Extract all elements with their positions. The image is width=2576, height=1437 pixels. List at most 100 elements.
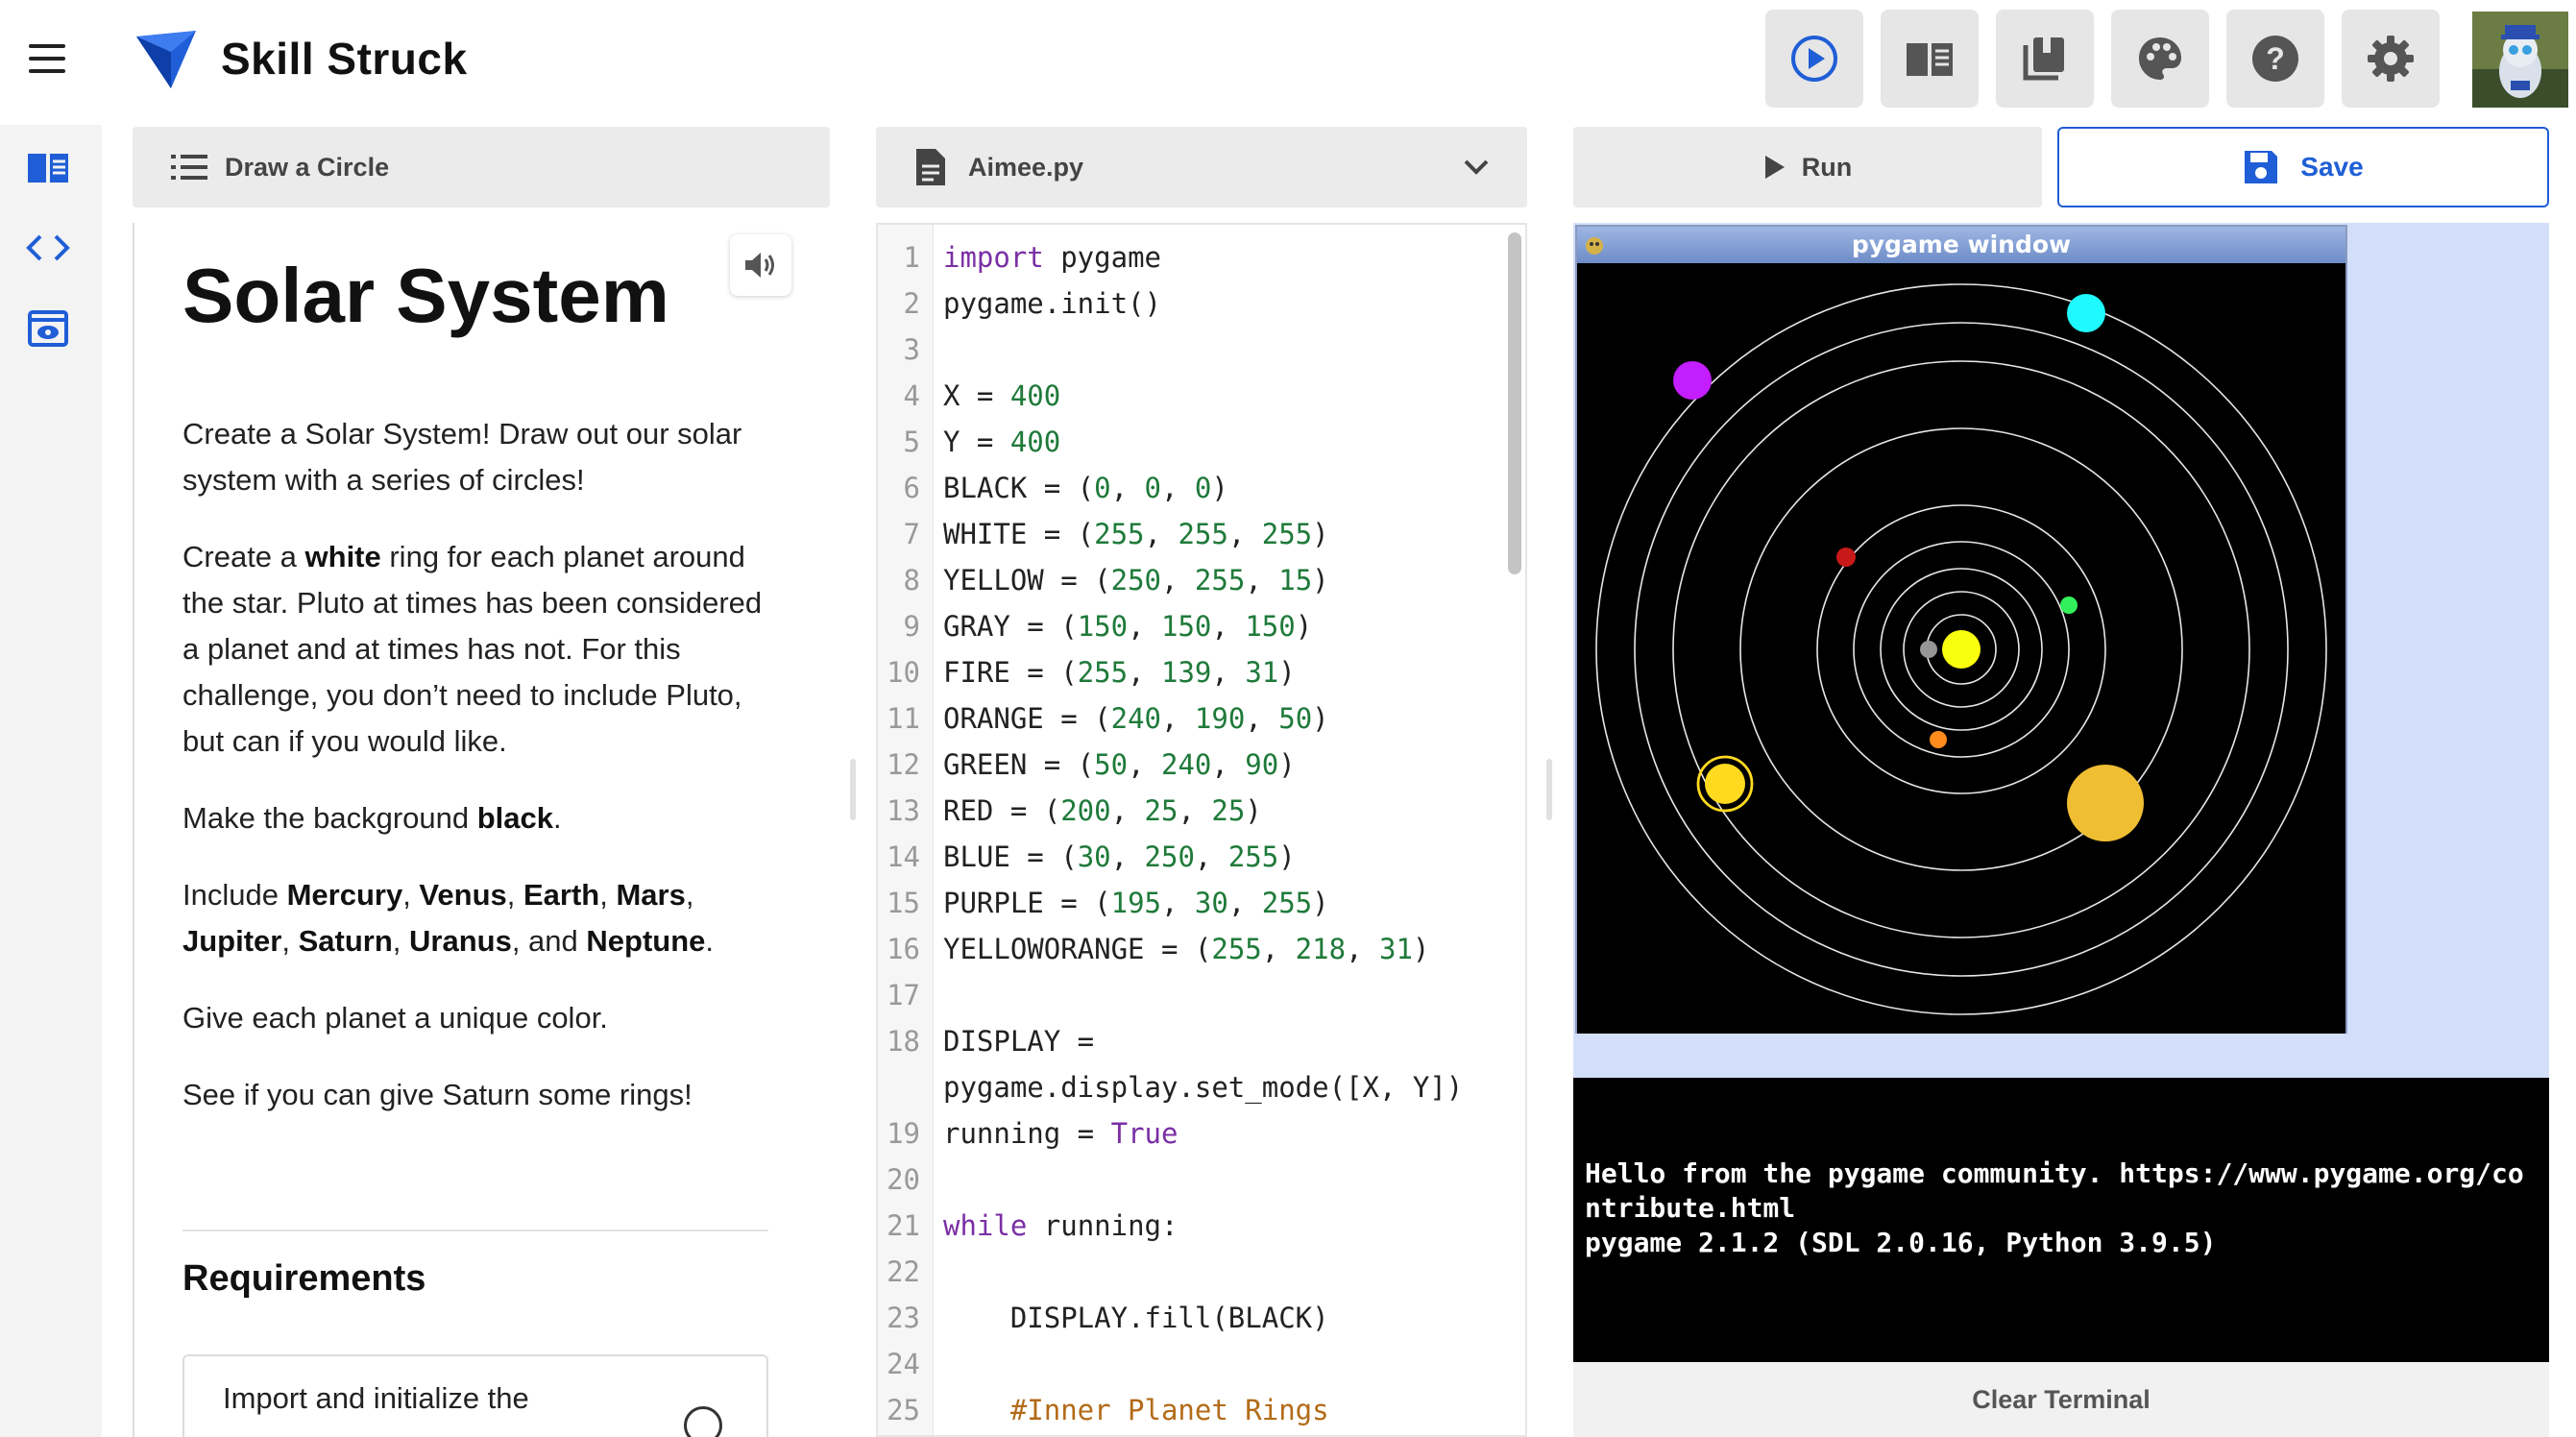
code-text: Y = 400 xyxy=(943,426,1061,458)
code-line[interactable]: 7 WHITE = (255, 255, 255) xyxy=(878,511,1512,557)
code-line[interactable]: 1 import pygame xyxy=(878,234,1512,280)
rail-preview[interactable] xyxy=(25,305,71,352)
clear-terminal-button[interactable]: Clear Terminal xyxy=(1573,1362,2549,1437)
line-number: 10 xyxy=(887,656,920,689)
user-avatar[interactable] xyxy=(2472,12,2568,108)
code-line[interactable]: 19 running = True xyxy=(878,1110,1512,1157)
code-line[interactable]: 22 xyxy=(878,1249,1512,1295)
code-text: #Inner Planet Rings xyxy=(943,1394,1329,1426)
run-toolbar-button[interactable] xyxy=(1765,10,1863,108)
brand-name: Skill Struck xyxy=(221,34,468,84)
code-line[interactable]: 18 DISPLAY = xyxy=(878,1018,1512,1064)
requirements-heading: Requirements xyxy=(182,1258,426,1299)
code-line[interactable]: 4 X = 400 xyxy=(878,373,1512,419)
code-line[interactable]: 16 YELLOWORANGE = (255, 218, 31) xyxy=(878,926,1512,972)
pygame-snake-icon xyxy=(1586,237,1603,255)
paragraph-rings: Create a white ring for each planet arou… xyxy=(182,540,763,758)
run-button[interactable]: Run xyxy=(1573,127,2042,207)
code-text: import pygame xyxy=(943,241,1161,274)
editor-scrollbar[interactable] xyxy=(1508,232,1521,574)
pygame-window-title: pygame window xyxy=(1577,227,2345,263)
book-open-icon xyxy=(1907,43,1953,76)
panel-resize-handle[interactable] xyxy=(850,759,856,820)
planet-mars xyxy=(1836,548,1856,567)
panel-resize-handle[interactable] xyxy=(1546,759,1552,820)
file-icon xyxy=(916,149,945,185)
line-number: 13 xyxy=(887,794,920,827)
file-selector[interactable]: Aimee.py xyxy=(876,127,1527,207)
settings-toolbar-button[interactable] xyxy=(2342,10,2440,108)
terminal[interactable]: Hello from the pygame community. https:/… xyxy=(1573,1078,2549,1362)
line-number: 22 xyxy=(887,1255,920,1288)
planet-mercury xyxy=(1920,641,1937,658)
svg-text:?: ? xyxy=(2266,41,2285,76)
code-line[interactable]: 17 xyxy=(878,972,1512,1018)
code-editor[interactable]: 1 import pygame 2 pygame.init() 3 4 X = 400 5 Y … xyxy=(876,223,1527,1437)
paragraph-colors: Give each planet a unique color. xyxy=(182,1001,608,1035)
code-text: pygame.init() xyxy=(943,287,1161,320)
code-text: BLACK = (0, 0, 0) xyxy=(943,472,1228,504)
planet-earth xyxy=(2060,597,2078,614)
save-button[interactable]: Save xyxy=(2057,127,2549,207)
rail-code[interactable] xyxy=(25,225,71,271)
line-number: 6 xyxy=(903,472,920,504)
code-line[interactable]: 25 #Inner Planet Rings xyxy=(878,1387,1512,1433)
line-number: 5 xyxy=(903,426,920,458)
paragraph-planets: Include Mercury, Venus, Earth, Mars, Jup… xyxy=(182,878,715,958)
requirement-checkbox[interactable] xyxy=(684,1406,722,1437)
paragraph-saturn: See if you can give Saturn some rings! xyxy=(182,1078,693,1111)
theme-toolbar-button[interactable] xyxy=(2111,10,2209,108)
line-number: 23 xyxy=(887,1302,920,1334)
code-line[interactable]: pygame.display.set_mode([X, Y]) xyxy=(878,1064,1512,1110)
lesson-header[interactable]: Draw a Circle xyxy=(133,127,830,207)
code-text: RED = (200, 25, 25) xyxy=(943,794,1262,827)
help-icon: ? xyxy=(2252,36,2298,82)
code-line[interactable]: 20 xyxy=(878,1157,1512,1203)
code-text: YELLOWORANGE = (255, 218, 31) xyxy=(943,933,1430,965)
code-line[interactable]: 11 ORANGE = (240, 190, 50) xyxy=(878,695,1512,742)
line-number: 3 xyxy=(903,333,920,366)
code-line[interactable]: 13 RED = (200, 25, 25) xyxy=(878,788,1512,834)
code-line[interactable]: 21 while running: xyxy=(878,1203,1512,1249)
code-line[interactable]: 6 BLACK = (0, 0, 0) xyxy=(878,465,1512,511)
code-text: YELLOW = (250, 255, 15) xyxy=(943,564,1329,597)
code-line[interactable]: 24 xyxy=(878,1341,1512,1387)
code-line[interactable]: 23 DISPLAY.fill(BLACK) xyxy=(878,1295,1512,1341)
code-text: ORANGE = (240, 190, 50) xyxy=(943,702,1329,735)
line-number: 7 xyxy=(903,518,920,550)
code-text: BLUE = (30, 250, 255) xyxy=(943,840,1296,873)
line-number: 15 xyxy=(887,887,920,919)
code-icon xyxy=(26,234,70,261)
line-number: 14 xyxy=(887,840,920,873)
code-line[interactable]: 9 GRAY = (150, 150, 150) xyxy=(878,603,1512,649)
paragraph-intro: Create a Solar System! Draw out our sola… xyxy=(182,417,742,497)
pygame-window[interactable]: pygame window xyxy=(1575,225,2347,1034)
planet-jupiter xyxy=(2067,765,2144,841)
code-line[interactable]: 12 GREEN = (50, 240, 90) xyxy=(878,742,1512,788)
terminal-output: Hello from the pygame community. https:/… xyxy=(1585,1157,2524,1258)
code-line[interactable]: 14 BLUE = (30, 250, 255) xyxy=(878,834,1512,880)
requirement-item[interactable]: Import and initialize the xyxy=(182,1354,768,1437)
planet-neptune xyxy=(1673,361,1712,400)
code-text: GRAY = (150, 150, 150) xyxy=(943,610,1313,643)
read-aloud-button[interactable] xyxy=(730,234,791,296)
code-line[interactable]: 3 xyxy=(878,327,1512,373)
line-number: 2 xyxy=(903,287,920,320)
menu-icon[interactable] xyxy=(29,44,65,73)
line-number: 11 xyxy=(887,702,920,735)
library-toolbar-button[interactable] xyxy=(1996,10,2094,108)
code-line[interactable]: 10 FIRE = (255, 139, 31) xyxy=(878,649,1512,695)
code-text: DISPLAY.fill(BLACK) xyxy=(943,1302,1329,1334)
code-text: running = True xyxy=(943,1117,1179,1150)
instructions-toolbar-button[interactable] xyxy=(1881,10,1979,108)
code-line[interactable]: 15 PURPLE = (195, 30, 255) xyxy=(878,880,1512,926)
code-line[interactable]: 5 Y = 400 xyxy=(878,419,1512,465)
line-number: 24 xyxy=(887,1348,920,1380)
code-line[interactable]: 8 YELLOW = (250, 255, 15) xyxy=(878,557,1512,603)
line-number: 18 xyxy=(887,1025,920,1058)
rail-instructions[interactable] xyxy=(25,144,71,190)
code-line[interactable]: 2 pygame.init() xyxy=(878,280,1512,327)
help-toolbar-button[interactable]: ? xyxy=(2226,10,2324,108)
line-number: 12 xyxy=(887,748,920,781)
skill-struck-logo-icon xyxy=(136,31,196,88)
